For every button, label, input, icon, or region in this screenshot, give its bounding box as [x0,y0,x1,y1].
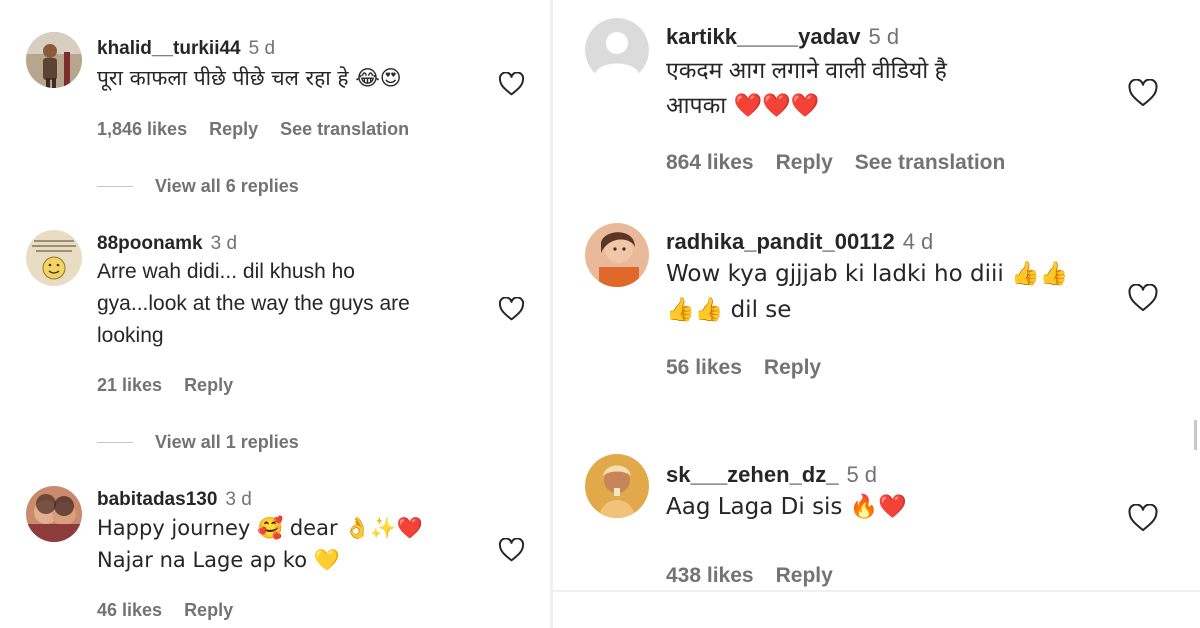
replies-divider-line [97,186,133,187]
comment-actions: 1,846 likes Reply See translation [97,119,431,140]
comment-username[interactable]: khalid__turkii44 [97,38,241,60]
comment-item: radhika_pandit_00112 4 d Wow kya gjjjab … [553,212,1200,412]
comment-text: Happy journey 🥰 dear 👌✨❤️ Najar na Lage … [97,512,487,576]
comment-username[interactable]: 88poonamk [97,233,203,255]
comment-item: 88poonamk 3 d Arre wah didi... dil khush… [0,220,550,460]
comment-text-line: Happy journey 🥰 dear 👌✨❤️ [97,516,423,540]
likes-count[interactable]: 864 likes [666,151,754,175]
like-heart-icon[interactable] [1127,284,1159,312]
comment-text-line: Wow kya gjjjab ki ladki ho diii 👍👍 [666,261,1069,287]
comment-time[interactable]: 5 d [846,462,877,488]
person-silhouette-icon [585,18,649,82]
comment-text-line: पूरा काफला पीछे पीछे चल रहा हे 😂😍 [97,66,402,90]
comment-username[interactable]: radhika_pandit_00112 [666,229,895,255]
see-translation-button[interactable]: See translation [855,151,1006,175]
comments-panel-right: kartikk_____yadav 5 d एकदम आग लगाने वाली… [553,0,1200,628]
comment-actions: 56 likes Reply [666,356,843,380]
comment-text-line: एकदम आग लगाने वाली वीडियो है [666,57,947,83]
comment-actions: 438 likes Reply [666,564,855,588]
section-separator [553,590,1200,592]
comment-text: Aag Laga Di sis 🔥❤️ [666,489,1086,525]
comment-username[interactable]: sk___zehen_dz_ [666,462,838,488]
comment-text: Arre wah didi... dil khush ho gya...look… [97,256,487,352]
comment-time[interactable]: 5 d [249,38,275,60]
comment-username[interactable]: kartikk_____yadav [666,24,861,50]
avatar[interactable] [585,223,649,287]
comment-username[interactable]: babitadas130 [97,489,217,511]
view-replies-button[interactable]: View all 6 replies [97,176,299,197]
comment-item: sk___zehen_dz_ 5 d Aag Laga Di sis 🔥❤️ 4… [553,440,1200,590]
reply-button[interactable]: Reply [764,356,821,380]
avatar[interactable] [26,230,82,286]
likes-count[interactable]: 56 likes [666,356,742,380]
comment-actions: 21 likes Reply [97,375,255,396]
like-heart-icon[interactable] [498,297,525,321]
reply-button[interactable]: Reply [184,600,233,621]
likes-count[interactable]: 438 likes [666,564,754,588]
view-replies-label: View all 6 replies [155,176,299,196]
replies-divider-line [97,442,133,443]
reply-button[interactable]: Reply [209,119,258,140]
comments-panel-left: khalid__turkii44 5 d पूरा काफला पीछे पीछ… [0,0,550,628]
like-heart-icon[interactable] [498,538,525,562]
comment-text: Wow kya gjjjab ki ladki ho diii 👍👍 👍👍 di… [666,256,1126,328]
likes-count[interactable]: 1,846 likes [97,119,187,140]
comment-time[interactable]: 5 d [869,24,900,50]
scrollbar-thumb[interactable] [1194,420,1197,450]
avatar[interactable] [585,18,649,82]
like-heart-icon[interactable] [1127,79,1159,107]
view-replies-button[interactable]: View all 1 replies [97,432,299,453]
comment-actions: 46 likes Reply [97,600,255,621]
comment-text-line: Arre wah didi... dil khush ho [97,260,355,283]
comment-text-line: 👍👍 dil se [666,297,792,323]
likes-count[interactable]: 21 likes [97,375,162,396]
comment-text-line: gya...look at the way the guys are [97,292,410,315]
like-heart-icon[interactable] [1127,504,1159,532]
comment-text-line: आपका ❤️❤️❤️ [666,93,820,119]
reply-button[interactable]: Reply [184,375,233,396]
view-replies-label: View all 1 replies [155,432,299,452]
avatar[interactable] [26,32,82,88]
comment-time[interactable]: 3 d [211,233,237,255]
comment-actions: 864 likes Reply See translation [666,151,1027,175]
comment-item: babitadas130 3 d Happy journey 🥰 dear 👌✨… [0,476,550,628]
comment-text-line: Aag Laga Di sis 🔥❤️ [666,494,908,520]
avatar[interactable] [585,454,649,518]
likes-count[interactable]: 46 likes [97,600,162,621]
like-heart-icon[interactable] [498,72,525,96]
see-translation-button[interactable]: See translation [280,119,409,140]
comment-text-line: looking [97,324,164,347]
comment-text: पूरा काफला पीछे पीछे चल रहा हे 😂😍 [97,62,517,94]
comment-text-line: Najar na Lage ap ko 💛 [97,548,340,572]
reply-button[interactable]: Reply [776,564,833,588]
comment-item: kartikk_____yadav 5 d एकदम आग लगाने वाली… [553,0,1200,200]
comment-time[interactable]: 4 d [903,229,934,255]
comment-text: एकदम आग लगाने वाली वीडियो है आपका ❤️❤️❤️ [666,52,1086,124]
comment-time[interactable]: 3 d [225,489,251,511]
comment-item: khalid__turkii44 5 d पूरा काफला पीछे पीछ… [0,0,550,200]
avatar[interactable] [26,486,82,542]
reply-button[interactable]: Reply [776,151,833,175]
